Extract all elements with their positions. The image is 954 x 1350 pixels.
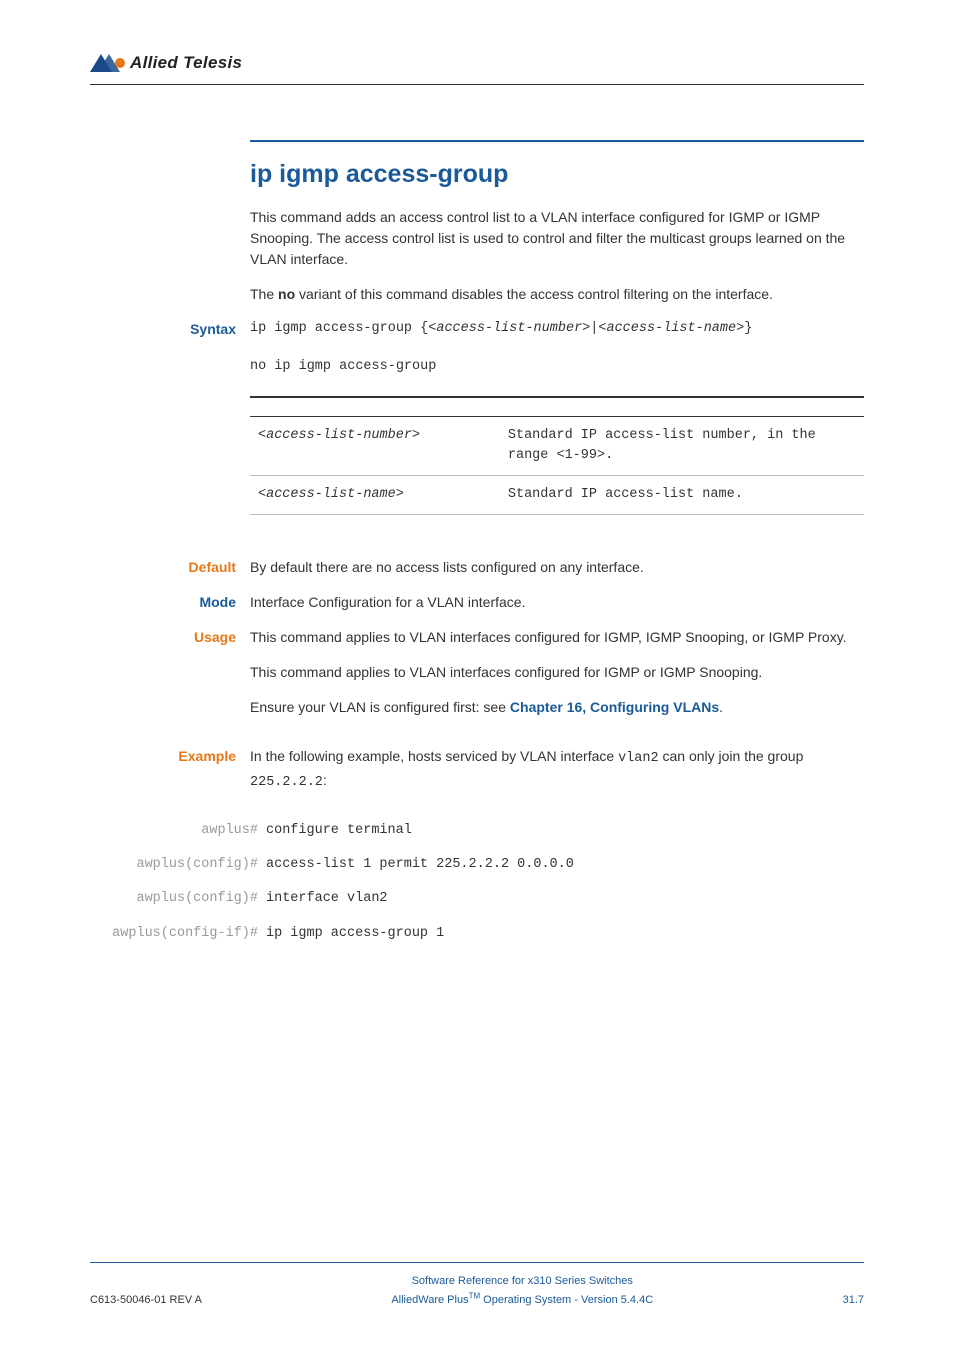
- syntax-line-1: ip igmp access-group {<access-list-numbe…: [250, 319, 864, 339]
- footer-os-a: AlliedWare Plus: [391, 1294, 468, 1306]
- example-commands: awplus# configure terminal awplus(config…: [250, 821, 864, 944]
- example-intro-b: can only join the group: [659, 748, 804, 764]
- syntax-label: Syntax: [90, 319, 250, 543]
- brand-logo: Allied Telesis: [90, 50, 864, 76]
- syntax-param: access-list-number: [436, 321, 582, 336]
- cmd-text: configure terminal: [266, 821, 864, 841]
- cmd-text: ip igmp access-group 1: [266, 924, 864, 944]
- usage-p1: This command applies to VLAN interfaces …: [250, 627, 864, 648]
- usage-p3-post: .: [719, 699, 723, 715]
- example-intro-code1: vlan2: [618, 751, 659, 766]
- syntax-param: access-list-name: [606, 321, 736, 336]
- param-row: <access-list-name> Standard IP access-li…: [250, 476, 864, 515]
- usage-row: Usage This command applies to VLAN inter…: [250, 627, 864, 732]
- cmd-prompt: awplus#: [90, 821, 266, 841]
- page-footer: C613-50046-01 REV A Software Reference f…: [90, 1262, 864, 1308]
- no-variant-pre: The: [250, 286, 278, 302]
- syntax-text: >}: [736, 321, 752, 336]
- example-cmd-row: awplus(config)# interface vlan2: [250, 889, 864, 909]
- mode-label: Mode: [90, 592, 250, 613]
- syntax-line-2: no ip igmp access-group: [250, 357, 864, 377]
- param-name: <access-list-number>: [250, 416, 508, 476]
- example-intro: In the following example, hosts serviced…: [250, 746, 864, 793]
- param-desc: Standard IP access-list name.: [508, 476, 864, 515]
- example-intro-code2: 225.2.2.2: [250, 775, 323, 790]
- param-table: <access-list-number> Standard IP access-…: [250, 396, 864, 516]
- footer-divider: [90, 1262, 864, 1263]
- brand-name: Allied Telesis: [130, 50, 242, 76]
- chapter-link[interactable]: Chapter 16, Configuring VLANs: [510, 699, 719, 715]
- example-intro-c: :: [323, 772, 327, 788]
- usage-p3-pre: Ensure your VLAN is configured first: se…: [250, 699, 510, 715]
- header-divider: [90, 84, 864, 85]
- no-variant-bold: no: [278, 286, 295, 302]
- cmd-prompt: awplus(config-if)#: [90, 924, 266, 944]
- param-desc: Standard IP access-list number, in the r…: [508, 416, 864, 476]
- footer-row: C613-50046-01 REV A Software Reference f…: [90, 1273, 864, 1308]
- footer-pagenum: 31.7: [843, 1292, 864, 1309]
- footer-center: Software Reference for x310 Series Switc…: [202, 1273, 843, 1308]
- default-label: Default: [90, 557, 250, 578]
- syntax-text: ip igmp access-group {<: [250, 321, 436, 336]
- intro-paragraph: This command adds an access control list…: [250, 207, 864, 270]
- example-cmd-row: awplus(config-if)# ip igmp access-group …: [250, 924, 864, 944]
- logo-mark-icon: [90, 54, 126, 72]
- usage-label: Usage: [90, 627, 250, 732]
- example-cmd-row: awplus# configure terminal: [250, 821, 864, 841]
- usage-p3: Ensure your VLAN is configured first: se…: [250, 697, 864, 718]
- usage-block: This command applies to VLAN interfaces …: [250, 627, 864, 732]
- footer-os-tm: TM: [469, 1291, 481, 1300]
- mode-row: Mode Interface Configuration for a VLAN …: [250, 592, 864, 613]
- example-block: In the following example, hosts serviced…: [250, 746, 864, 807]
- cmd-prompt: awplus(config)#: [90, 889, 266, 909]
- footer-os-b: Operating System - Version 5.4.4C: [480, 1294, 653, 1306]
- example-label: Example: [90, 746, 250, 807]
- syntax-block: ip igmp access-group {<access-list-numbe…: [250, 319, 864, 543]
- command-title: ip igmp access-group: [250, 156, 864, 194]
- example-row: Example In the following example, hosts …: [250, 746, 864, 807]
- usage-p2: This command applies to VLAN interfaces …: [250, 662, 864, 683]
- default-row: Default By default there are no access l…: [250, 557, 864, 578]
- footer-os: AlliedWare PlusTM Operating System - Ver…: [391, 1294, 653, 1306]
- cmd-text: interface vlan2: [266, 889, 864, 909]
- cmd-text: access-list 1 permit 225.2.2.2 0.0.0.0: [266, 855, 864, 875]
- cmd-prompt: awplus(config)#: [90, 855, 266, 875]
- example-intro-a: In the following example, hosts serviced…: [250, 748, 618, 764]
- footer-docid: C613-50046-01 REV A: [90, 1292, 202, 1309]
- mode-text: Interface Configuration for a VLAN inter…: [250, 592, 864, 613]
- param-name: <access-list-name>: [250, 476, 508, 515]
- section-divider: [250, 140, 864, 142]
- no-variant-paragraph: The no variant of this command disables …: [250, 284, 864, 305]
- syntax-row: Syntax ip igmp access-group {<access-lis…: [250, 319, 864, 543]
- footer-title: Software Reference for x310 Series Switc…: [202, 1273, 843, 1290]
- default-text: By default there are no access lists con…: [250, 557, 864, 578]
- syntax-text: >|<: [582, 321, 606, 336]
- param-row: <access-list-number> Standard IP access-…: [250, 416, 864, 476]
- example-cmd-row: awplus(config)# access-list 1 permit 225…: [250, 855, 864, 875]
- main-content: ip igmp access-group This command adds a…: [250, 140, 864, 944]
- no-variant-post: variant of this command disables the acc…: [295, 286, 773, 302]
